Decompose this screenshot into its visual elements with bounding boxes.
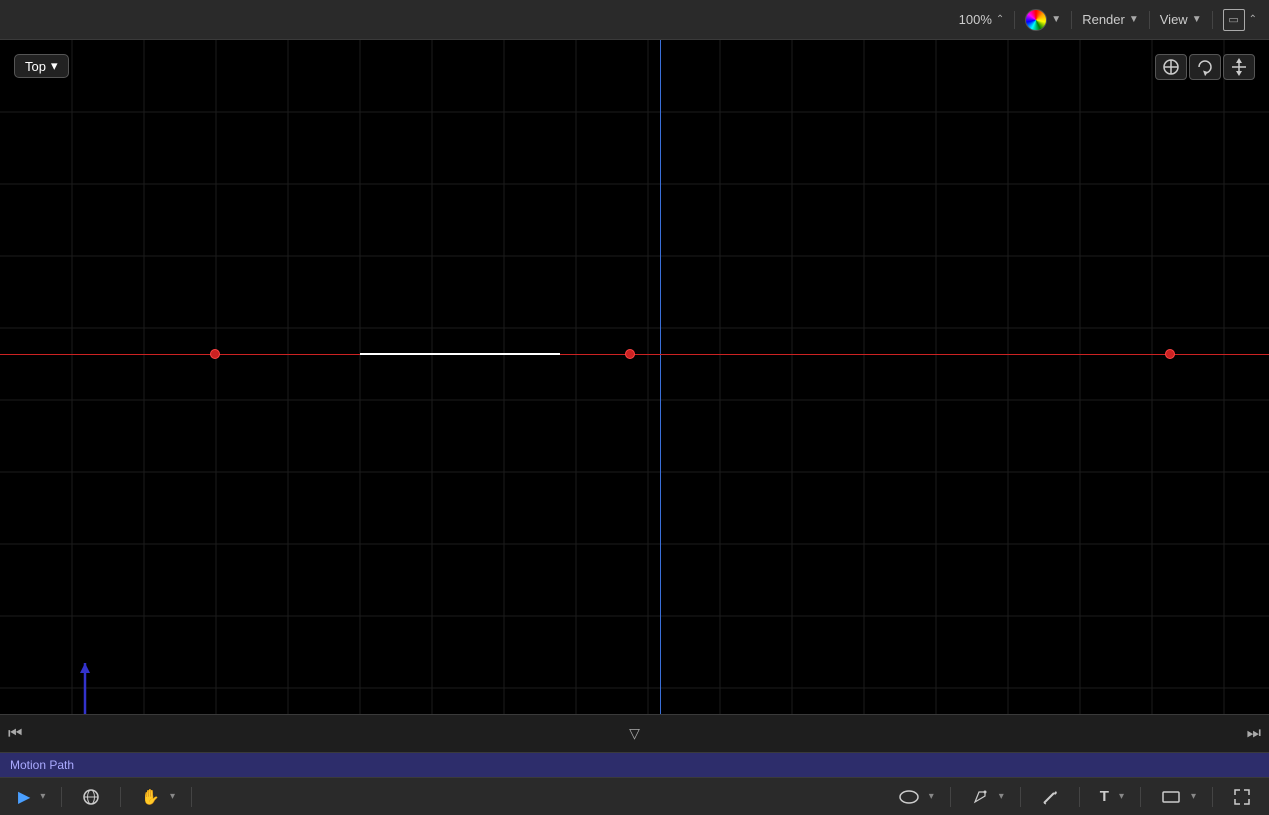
hand-group: ✋ ▾ [137,786,175,808]
view-selector[interactable]: Top ▾ [14,54,69,78]
gizmo-svg [65,645,165,714]
ellipse-button[interactable] [895,787,923,807]
move-icon [1162,58,1180,76]
text-group: T ▾ [1096,786,1124,807]
fullscreen-button[interactable] [1229,786,1255,808]
view-selector-label: Top [25,59,46,74]
view-box-icon: ▭ [1223,9,1245,31]
toolbar-divider-1 [61,787,62,807]
toolbar-divider-5 [1020,787,1021,807]
grid [0,40,1269,714]
ellipse-caret[interactable]: ▾ [929,791,934,802]
ellipse-icon [899,789,919,805]
play-icon: ▶ [18,787,30,807]
text-caret[interactable]: ▾ [1119,791,1124,802]
globe-group [78,786,104,808]
play-button[interactable]: ▶ [14,785,34,809]
view-label: View [1160,12,1188,27]
gizmo-y-arrow [80,663,90,673]
bottom-bar: ⏮ ▽ ⏭ Motion Path ▶ ▾ [0,714,1269,814]
motion-path-label: Motion Path [10,758,74,772]
text-button[interactable]: T [1096,786,1113,807]
pencil-group [1037,786,1063,808]
scale-icon [1230,58,1248,76]
viewport-controls [1155,54,1255,80]
toolbar-divider-6 [1079,787,1080,807]
viewport: Top ▾ [0,40,1269,714]
view-selector-caret: ▾ [51,58,58,74]
view-box-control[interactable]: ▭ ⌃ [1223,9,1257,31]
top-bar: 100% ⌃ ▼ Render ▼ View ▼ ▭ ⌃ [0,0,1269,40]
toolbar-divider-7 [1140,787,1141,807]
globe-button[interactable] [78,786,104,808]
timeline-start-button[interactable]: ⏮ [8,725,22,743]
toolbar: ▶ ▾ ✋ ▾ [0,777,1269,815]
divider-4 [1212,11,1213,29]
motion-path-bar: Motion Path [0,753,1269,777]
toolbar-divider-8 [1212,787,1213,807]
pen-button[interactable] [967,786,993,808]
hand-caret[interactable]: ▾ [170,791,175,802]
pen-caret[interactable]: ▾ [999,791,1004,802]
color-mode-control[interactable]: ▼ [1025,9,1061,31]
hand-icon: ✋ [141,788,160,806]
text-icon: T [1100,788,1109,805]
rect-group: ▾ [1157,787,1196,807]
zoom-control[interactable]: 100% ⌃ [959,12,1005,27]
timeline-end-button[interactable]: ⏭ [1247,725,1261,743]
rotate-gizmo-button[interactable] [1189,54,1221,80]
white-line-segment [360,353,560,355]
render-control[interactable]: Render ▼ [1082,12,1139,27]
red-dot-left [210,349,220,359]
play-caret[interactable]: ▾ [40,791,45,802]
rect-icon [1161,789,1181,805]
timeline-marker[interactable]: ▽ [629,725,640,742]
view-caret: ▼ [1192,14,1202,25]
play-group: ▶ ▾ [14,785,45,809]
zoom-label: 100% [959,12,992,27]
view-box-caret: ⌃ [1249,14,1257,25]
scale-gizmo-button[interactable] [1223,54,1255,80]
red-dot-right [1165,349,1175,359]
globe-icon [82,788,100,806]
ellipse-group: ▾ [895,787,934,807]
zoom-caret: ⌃ [996,14,1004,25]
move-gizmo-button[interactable] [1155,54,1187,80]
divider-3 [1149,11,1150,29]
color-swatch [1025,9,1047,31]
toolbar-divider-2 [120,787,121,807]
transform-gizmo [65,645,165,714]
render-label: Render [1082,12,1125,27]
blue-vertical-line [660,40,661,714]
hand-button[interactable]: ✋ [137,786,164,808]
toolbar-divider-3 [191,787,192,807]
pencil-icon [1041,788,1059,806]
divider-1 [1014,11,1015,29]
divider-2 [1071,11,1072,29]
rect-button[interactable] [1157,787,1185,807]
rect-caret[interactable]: ▾ [1191,791,1196,802]
render-caret: ▼ [1129,14,1139,25]
red-dot-center [625,349,635,359]
view-control[interactable]: View ▼ [1160,12,1202,27]
timeline-strip: ⏮ ▽ ⏭ [0,715,1269,753]
fullscreen-icon [1233,788,1251,806]
color-mode-caret: ▼ [1051,14,1061,25]
toolbar-divider-4 [950,787,951,807]
pencil-button[interactable] [1037,786,1063,808]
pen-group: ▾ [967,786,1004,808]
pen-icon [971,788,989,806]
rotate-icon [1196,58,1214,76]
